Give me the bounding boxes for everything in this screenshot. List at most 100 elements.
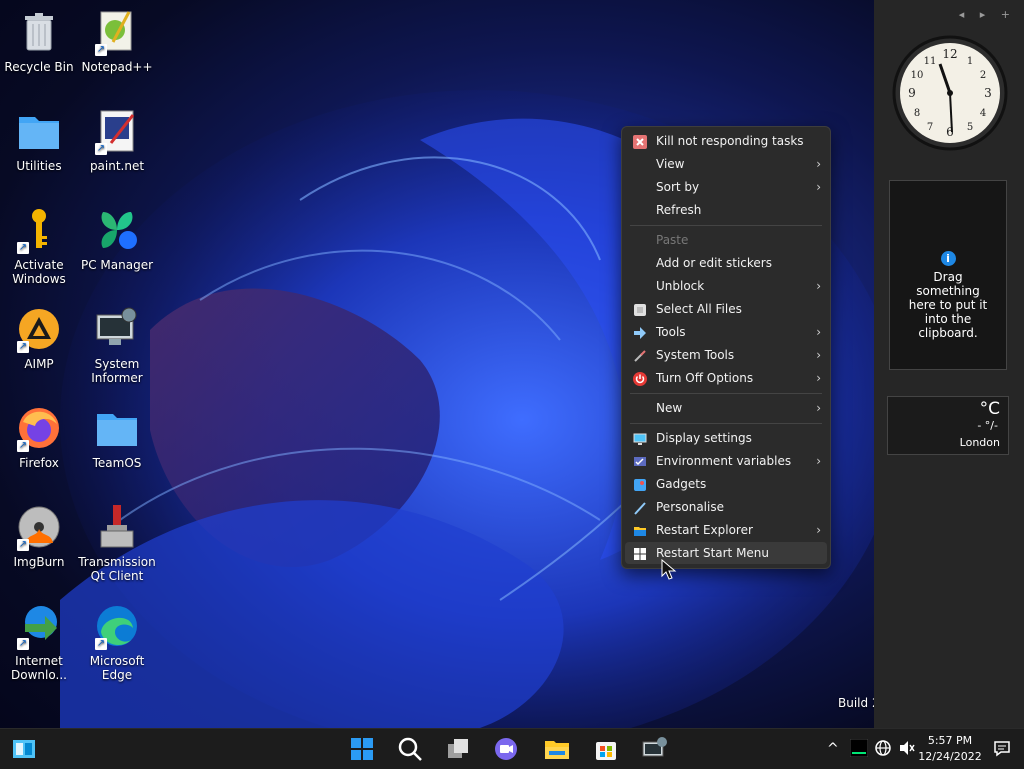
menu-item-restart-start-menu[interactable]: Restart Start Menu bbox=[625, 542, 827, 564]
svg-text:1: 1 bbox=[967, 56, 973, 67]
notifications-icon[interactable] bbox=[993, 739, 1011, 761]
search-icon[interactable] bbox=[396, 735, 424, 763]
chevron-right-icon: › bbox=[816, 371, 821, 385]
system-informer-taskbar-icon[interactable] bbox=[641, 735, 669, 763]
brush-icon bbox=[633, 500, 647, 515]
desktop-icon-label: PC Manager bbox=[80, 258, 154, 272]
speaker-muted-icon[interactable] bbox=[898, 739, 916, 761]
env-icon bbox=[633, 454, 647, 468]
desktop-icon-activate-windows[interactable]: ↗ Activate Windows bbox=[0, 206, 78, 286]
info-icon: i bbox=[940, 251, 956, 266]
desktop-icon-idm[interactable]: ↗ Internet Downlo... bbox=[0, 602, 78, 682]
clipboard-gadget[interactable]: i Drag something here to put it into the… bbox=[889, 180, 1007, 370]
menu-item-gadgets[interactable]: Gadgets bbox=[625, 473, 827, 495]
tools-icon bbox=[633, 325, 647, 339]
desktop-icon-label: Notepad++ bbox=[81, 60, 153, 74]
menu-item-tools[interactable]: Tools › bbox=[625, 321, 827, 343]
menu-item-view[interactable]: View › bbox=[625, 153, 827, 175]
desktop-icon-teamos[interactable]: TeamOS bbox=[78, 404, 156, 470]
desktop-icon-label: Firefox bbox=[19, 456, 59, 470]
menu-item-unblock[interactable]: Unblock › bbox=[625, 275, 827, 297]
weather-unit: °C bbox=[979, 399, 1000, 419]
menu-item-personalise[interactable]: Personalise bbox=[625, 496, 827, 518]
desktop-icon-label: paint.net bbox=[89, 159, 145, 173]
menu-item-stickers[interactable]: Add or edit stickers bbox=[625, 252, 827, 274]
taskbar: ^ 5:57 PM 12/24/2022 bbox=[0, 728, 1024, 769]
chevron-right-icon: › bbox=[816, 279, 821, 293]
chevron-right-icon: › bbox=[816, 348, 821, 362]
menu-separator bbox=[630, 225, 822, 226]
svg-text:9: 9 bbox=[908, 86, 916, 100]
chevron-up-icon[interactable]: ^ bbox=[827, 741, 839, 757]
menu-item-environment-variables[interactable]: Environment variables › bbox=[625, 450, 827, 472]
desktop-icon-imgburn[interactable]: ↗ ImgBurn bbox=[0, 503, 78, 569]
widgets-icon[interactable] bbox=[10, 735, 38, 763]
menu-item-new[interactable]: New › bbox=[625, 397, 827, 419]
menu-item-display-settings[interactable]: Display settings bbox=[625, 427, 827, 449]
menu-item-sort-by[interactable]: Sort by › bbox=[625, 176, 827, 198]
desktop-icon-label: System Informer bbox=[91, 357, 143, 385]
clipboard-hint: Drag something here to put it into the c… bbox=[908, 270, 988, 340]
chevron-right-icon: › bbox=[816, 401, 821, 415]
menu-item-turn-off-options[interactable]: Turn Off Options › bbox=[625, 367, 827, 389]
shortcut-arrow-icon: ↗ bbox=[17, 539, 29, 551]
gadgets-icon bbox=[633, 477, 647, 491]
desktop-icon-system-informer[interactable]: System Informer bbox=[78, 305, 156, 385]
tray-time: 5:57 PM bbox=[927, 734, 973, 747]
globe-icon[interactable] bbox=[874, 739, 892, 761]
svg-text:3: 3 bbox=[984, 86, 992, 100]
menu-item-paste: Paste bbox=[656, 233, 689, 247]
desktop-icon-label: Transmission Qt Client bbox=[78, 555, 156, 583]
desktop-icon-label: TeamOS bbox=[92, 456, 142, 470]
desktop-icon-edge[interactable]: ↗ Microsoft Edge bbox=[78, 602, 156, 682]
desktop-icon-firefox[interactable]: ↗ Firefox bbox=[0, 404, 78, 470]
weather-gadget[interactable]: °C - °/- London bbox=[887, 396, 1009, 455]
desktop-icon-paintnet[interactable]: ↗ paint.net bbox=[78, 107, 156, 173]
desktop-icon-transmission[interactable]: Transmission Qt Client bbox=[78, 503, 156, 583]
shortcut-arrow-icon: ↗ bbox=[17, 242, 29, 254]
weather-value: - °/- bbox=[977, 419, 998, 432]
windows-icon bbox=[633, 546, 647, 560]
chat-icon[interactable] bbox=[492, 735, 520, 763]
menu-item-system-tools[interactable]: System Tools › bbox=[625, 344, 827, 366]
explorer-icon bbox=[633, 523, 647, 537]
folder-icon bbox=[15, 107, 63, 155]
svg-text:11: 11 bbox=[924, 56, 937, 67]
notepadpp-icon: ↗ bbox=[93, 8, 141, 56]
menu-separator bbox=[630, 423, 822, 424]
desktop-context-menu: Kill not responding tasks View › Sort by… bbox=[621, 126, 831, 569]
shortcut-arrow-icon: ↗ bbox=[95, 638, 107, 650]
clock-gadget[interactable]: 12 3 6 9 1 2 4 5 7 8 10 11 bbox=[891, 34, 1009, 152]
edge-icon: ↗ bbox=[93, 602, 141, 650]
menu-item-kill-tasks[interactable]: Kill not responding tasks bbox=[625, 130, 827, 152]
desktop-icon-notepadpp[interactable]: ↗ Notepad++ bbox=[78, 8, 156, 74]
weather-city: London bbox=[959, 436, 1000, 449]
task-view-icon[interactable] bbox=[444, 735, 472, 763]
desktop-icon-aimp[interactable]: ↗ AIMP bbox=[0, 305, 78, 371]
menu-separator bbox=[630, 393, 822, 394]
clock-tray[interactable]: 5:57 PM 12/24/2022 bbox=[918, 733, 982, 765]
system-tools-icon bbox=[633, 348, 647, 362]
start-button[interactable] bbox=[348, 735, 376, 763]
chevron-right-icon: › bbox=[816, 157, 821, 171]
svg-text:2: 2 bbox=[980, 70, 986, 81]
desktop-icon-label: Utilities bbox=[16, 159, 62, 173]
svg-text:10: 10 bbox=[911, 70, 924, 81]
file-explorer-icon[interactable] bbox=[543, 735, 571, 763]
shortcut-arrow-icon: ↗ bbox=[17, 341, 29, 353]
menu-item-restart-explorer[interactable]: Restart Explorer › bbox=[625, 519, 827, 541]
desktop-icon-utilities[interactable]: Utilities bbox=[0, 107, 78, 173]
performance-monitor-icon[interactable] bbox=[849, 738, 869, 761]
microsoft-store-icon[interactable] bbox=[592, 735, 620, 763]
menu-item-select-all[interactable]: Select All Files bbox=[625, 298, 827, 320]
key-icon: ↗ bbox=[15, 206, 63, 254]
desktop-icon-label: AIMP bbox=[24, 357, 54, 371]
shortcut-arrow-icon: ↗ bbox=[95, 44, 107, 56]
sidebar-nav[interactable]: ◂ ▸ + bbox=[959, 8, 1016, 21]
shortcut-arrow-icon: ↗ bbox=[17, 638, 29, 650]
menu-item-refresh[interactable]: Refresh bbox=[625, 199, 827, 221]
imgburn-icon: ↗ bbox=[15, 503, 63, 551]
tray-date: 12/24/2022 bbox=[918, 750, 982, 763]
desktop-icon-pc-manager[interactable]: PC Manager bbox=[78, 206, 156, 272]
desktop-icon-recycle-bin[interactable]: Recycle Bin bbox=[0, 8, 78, 74]
